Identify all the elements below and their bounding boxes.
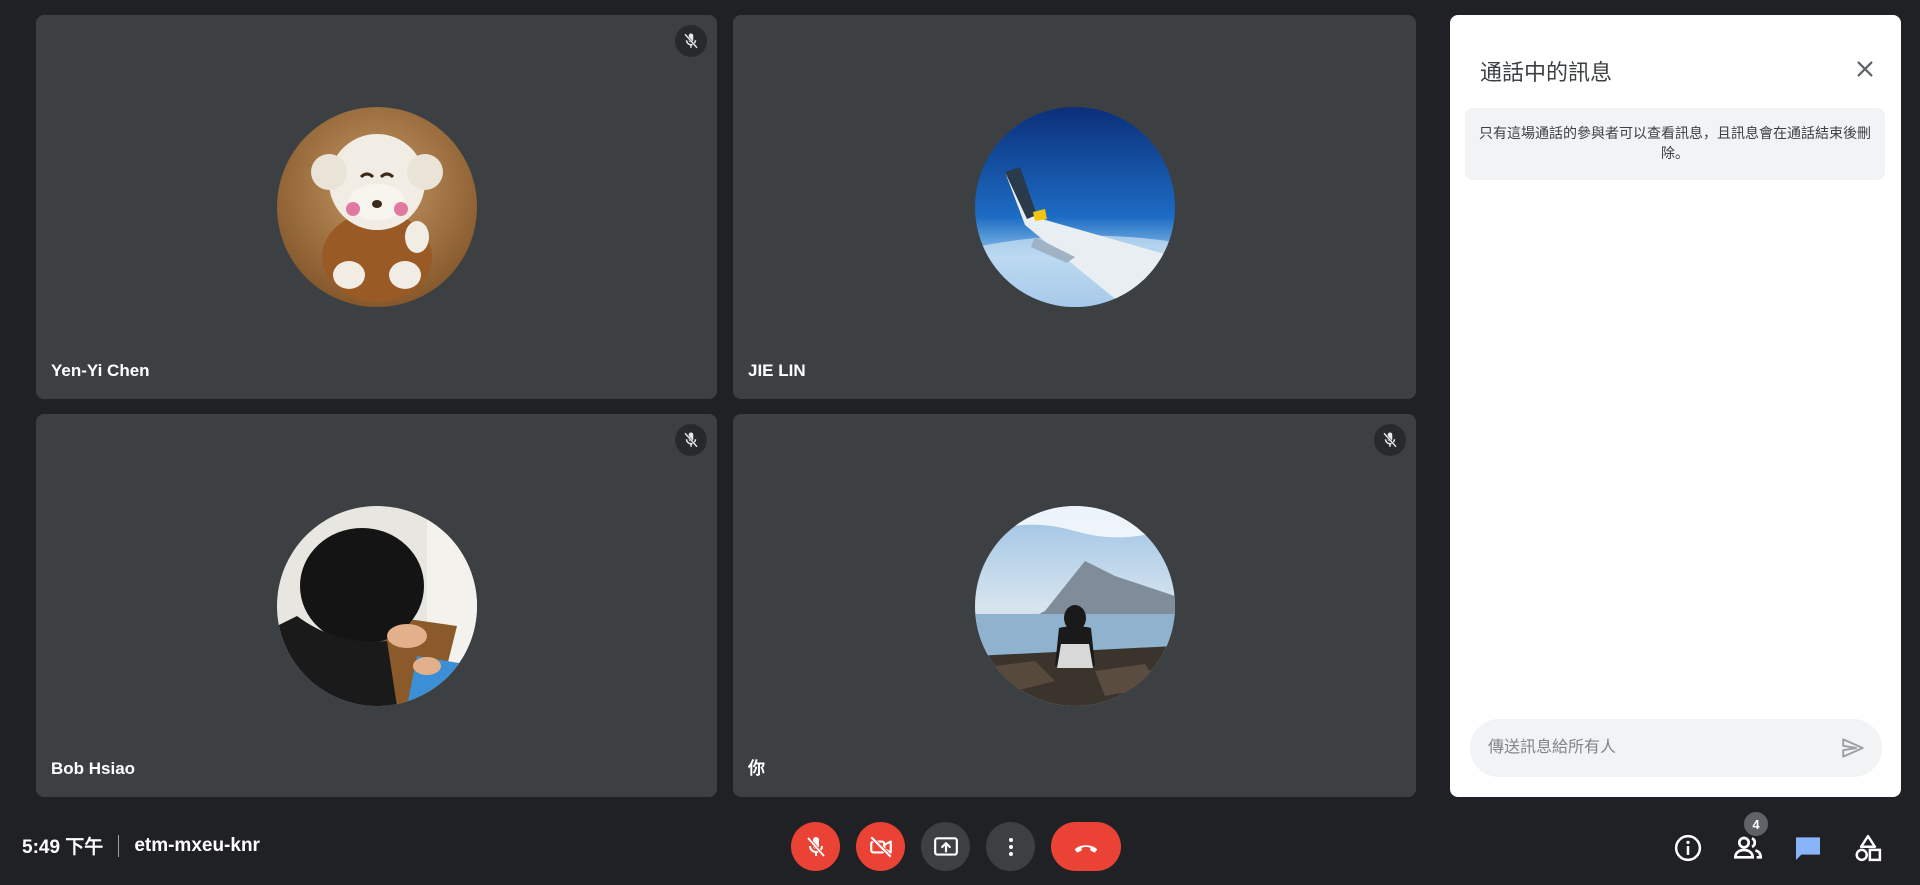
meeting-details-button[interactable] (1668, 828, 1708, 868)
participant-avatar (974, 506, 1175, 706)
meeting-info: 5:49 下午 etm-mxeu-knr (22, 832, 260, 859)
participant-avatar (974, 107, 1175, 307)
info-icon (1674, 834, 1702, 862)
present-screen-button[interactable] (921, 822, 970, 871)
activities-button[interactable] (1848, 828, 1888, 868)
participant-name: 你 (748, 759, 765, 778)
camera-off-icon (869, 835, 892, 858)
message-input[interactable] (1488, 719, 1818, 777)
more-vert-icon (1008, 837, 1013, 856)
chat-icon (1796, 837, 1820, 860)
participant-tile[interactable]: 你 (733, 414, 1416, 797)
panel-title: 通話中的訊息 (1480, 60, 1613, 85)
toggle-camera-button[interactable] (856, 822, 905, 871)
mic-off-icon (1374, 424, 1406, 456)
more-options-button[interactable] (986, 822, 1035, 871)
participant-tile[interactable]: Yen-Yi Chen (36, 15, 717, 399)
shapes-icon (1855, 834, 1882, 862)
participant-avatar (276, 107, 477, 307)
current-time: 5:49 下午 (22, 837, 104, 858)
participant-avatar (276, 506, 477, 706)
meeting-code: etm-mxeu-knr (134, 834, 260, 856)
participant-count-badge: 4 (1744, 812, 1768, 836)
send-message-button[interactable] (1838, 733, 1868, 763)
chat-button[interactable] (1788, 828, 1828, 868)
message-composer (1470, 719, 1882, 777)
close-panel-button[interactable] (1849, 53, 1881, 85)
participant-name: Bob Hsiao (51, 759, 136, 778)
mic-off-icon (675, 25, 707, 57)
participants-button[interactable]: 4 (1728, 812, 1768, 868)
close-icon (1857, 61, 1873, 77)
in-call-messages-panel: 通話中的訊息 只有這場通話的參與者可以查看訊息，且訊息會在通話結束後刪除。 (1450, 15, 1901, 797)
meet-call-screen: Yen-Yi Chen JIE LIN Bob Hsiao 你 通話中的訊息 只… (0, 0, 1920, 885)
participant-tile[interactable]: Bob Hsiao (36, 414, 717, 797)
mic-off-icon (675, 424, 707, 456)
participant-tile[interactable]: JIE LIN (733, 15, 1416, 399)
call-end-icon (1074, 844, 1098, 853)
toggle-microphone-button[interactable] (791, 822, 840, 871)
participant-name: JIE LIN (748, 361, 806, 380)
leave-call-button[interactable] (1051, 822, 1121, 871)
people-icon (1733, 836, 1763, 859)
mic-off-icon (806, 836, 825, 857)
chat-privacy-notice: 只有這場通話的參與者可以查看訊息，且訊息會在通話結束後刪除。 (1465, 108, 1885, 180)
participant-name: Yen-Yi Chen (51, 361, 150, 380)
present-screen-icon (933, 836, 958, 856)
divider (118, 834, 120, 857)
send-icon (1842, 738, 1864, 758)
